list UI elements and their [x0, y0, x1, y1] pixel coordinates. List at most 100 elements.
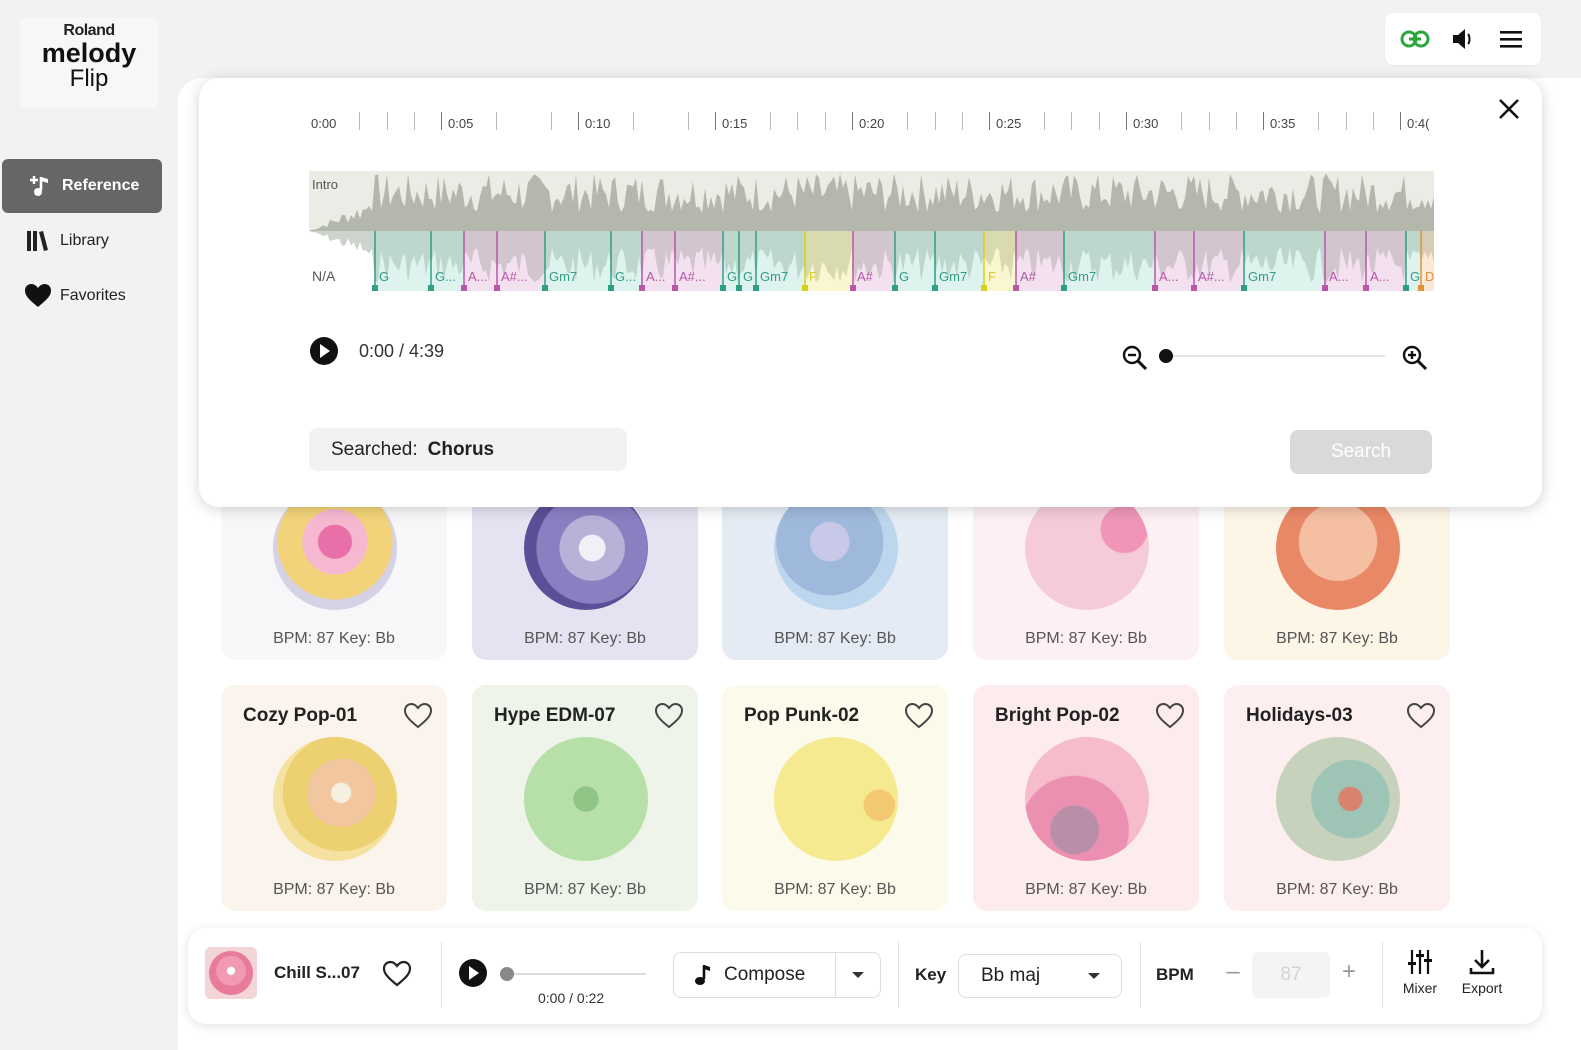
time-tick — [359, 112, 360, 130]
chord-layer: G G... A... A#... Gm7 G... A... A#... G G Gm7 F A# G G… — [372, 231, 1434, 291]
song-card[interactable]: Hype EDM-07 BPM: 87 Key: Bb — [472, 685, 698, 911]
chord-handle[interactable] — [494, 285, 500, 291]
time-label: 0:35 — [1270, 116, 1296, 131]
time-tick — [1099, 112, 1100, 130]
speaker-icon[interactable] — [1443, 19, 1483, 59]
chord-handle[interactable] — [1013, 285, 1019, 291]
time-tick — [387, 112, 388, 130]
timeline-ruler[interactable]: 0:00 0:05 0:10 0:15 0:20 0:25 0:30 0:35 — [309, 108, 1434, 138]
hamburger-menu-icon[interactable] — [1491, 19, 1531, 59]
heart-outline-icon[interactable] — [403, 701, 433, 731]
sidebar-item-reference[interactable]: Reference — [2, 159, 162, 213]
song-card[interactable]: Holidays-03 BPM: 87 Key: Bb — [1224, 685, 1450, 911]
music-note-plus-icon — [26, 172, 54, 200]
music-note-icon — [695, 965, 710, 985]
heart-outline-icon[interactable] — [382, 959, 412, 989]
chord-label: A#... — [501, 269, 528, 284]
chord-handle[interactable] — [372, 285, 378, 291]
song-card[interactable]: Pop Punk-02 BPM: 87 Key: Bb — [722, 685, 948, 911]
sidebar-item-favorites[interactable]: Favorites — [2, 269, 162, 323]
chord-handle[interactable] — [428, 285, 434, 291]
time-tick — [797, 112, 798, 130]
time-tick — [907, 112, 908, 130]
zoom-slider-knob[interactable] — [1159, 349, 1173, 363]
chord-handle[interactable] — [1418, 285, 1424, 291]
chord-label: A... — [468, 269, 488, 284]
chord-handle[interactable] — [753, 285, 759, 291]
chord-handle[interactable] — [892, 285, 898, 291]
bpm-decrement-button[interactable]: – — [1218, 958, 1248, 992]
export-button[interactable]: Export — [1454, 948, 1510, 1004]
play-icon[interactable] — [309, 336, 339, 366]
chord-handle[interactable] — [639, 285, 645, 291]
song-card[interactable]: Bright Pop-02 BPM: 87 Key: Bb — [973, 685, 1199, 911]
heart-outline-icon[interactable] — [1155, 701, 1185, 731]
play-icon[interactable] — [458, 958, 488, 988]
time-tick — [633, 112, 634, 130]
bpm-increment-button[interactable]: + — [1334, 958, 1364, 992]
zoom-in-icon[interactable] — [1401, 344, 1429, 372]
app-logo[interactable]: Roland melody Flip — [20, 18, 158, 108]
mixer-button[interactable]: Mixer — [1392, 948, 1448, 1004]
playback-progress-track[interactable] — [506, 973, 646, 975]
mixer-sliders-icon — [1408, 950, 1432, 974]
chord-handle[interactable] — [736, 285, 742, 291]
chord-handle[interactable] — [981, 285, 987, 291]
bpm-key-label: BPM: 87 Key: Bb — [524, 881, 646, 898]
chord-label: F — [988, 269, 996, 284]
chord-handle[interactable] — [461, 285, 467, 291]
time-tick — [962, 112, 963, 130]
time-display: 0:00 / 4:39 — [359, 340, 445, 361]
time-tick — [935, 112, 936, 130]
close-icon[interactable] — [1494, 94, 1524, 124]
chord-handle[interactable] — [720, 285, 726, 291]
search-button[interactable]: Search — [1290, 430, 1432, 474]
song-title: Holidays-03 — [1246, 705, 1353, 726]
track-thumbnail[interactable] — [205, 947, 257, 999]
chord-handle[interactable] — [542, 285, 548, 291]
chord-handle[interactable] — [1241, 285, 1247, 291]
time-tick — [688, 112, 689, 130]
chord-handle[interactable] — [1191, 285, 1197, 291]
playback-progress-knob[interactable] — [500, 967, 514, 981]
chord-handle[interactable] — [1363, 285, 1369, 291]
time-label: 0:25 — [996, 116, 1022, 131]
heart-outline-icon[interactable] — [654, 701, 684, 731]
heart-outline-icon[interactable] — [1406, 701, 1436, 731]
time-tick — [1209, 112, 1210, 130]
chord-handle[interactable] — [608, 285, 614, 291]
compose-button[interactable]: Compose — [674, 953, 836, 997]
song-card[interactable]: Cozy Pop-01 BPM: 87 Key: Bb — [221, 685, 447, 911]
bpm-input[interactable]: 87 — [1252, 952, 1330, 998]
song-title: Hype EDM-07 — [494, 705, 616, 726]
heart-outline-icon[interactable] — [904, 701, 934, 731]
chord-handle[interactable] — [1322, 285, 1328, 291]
chord-handle[interactable] — [932, 285, 938, 291]
time-tick — [1071, 112, 1072, 130]
zoom-out-icon[interactable] — [1121, 344, 1149, 372]
sidebar-item-library[interactable]: Library — [2, 214, 162, 268]
waveform-chord-track[interactable]: Intro G G... A... A#... Gm7 G... A... A#... G G Gm… — [309, 171, 1434, 291]
time-tick — [496, 112, 497, 130]
chord-label: G — [379, 269, 389, 284]
link-icon[interactable] — [1395, 19, 1435, 59]
chord-handle[interactable] — [1403, 285, 1409, 291]
chord-handle[interactable] — [850, 285, 856, 291]
compose-dropdown[interactable] — [836, 970, 880, 980]
song-artwork — [273, 737, 397, 861]
zoom-track[interactable] — [1165, 355, 1385, 357]
chord-handle[interactable] — [1152, 285, 1158, 291]
chord-handle[interactable] — [802, 285, 808, 291]
chord-handle[interactable] — [1061, 285, 1067, 291]
chord-label: Gm7 — [1248, 269, 1276, 284]
time-tick — [551, 112, 552, 130]
chord-label: G — [727, 269, 737, 284]
song-artwork — [774, 737, 898, 861]
time-label: 0:10 — [585, 116, 611, 131]
key-select[interactable]: Bb maj — [958, 954, 1122, 998]
chord-handle[interactable] — [672, 285, 678, 291]
transport: 0:00 / 4:39 — [309, 336, 444, 366]
bpm-key-label: BPM: 87 Key: Bb — [1025, 881, 1147, 898]
top-toolbar — [1385, 13, 1541, 65]
zoom-control — [1119, 340, 1439, 372]
